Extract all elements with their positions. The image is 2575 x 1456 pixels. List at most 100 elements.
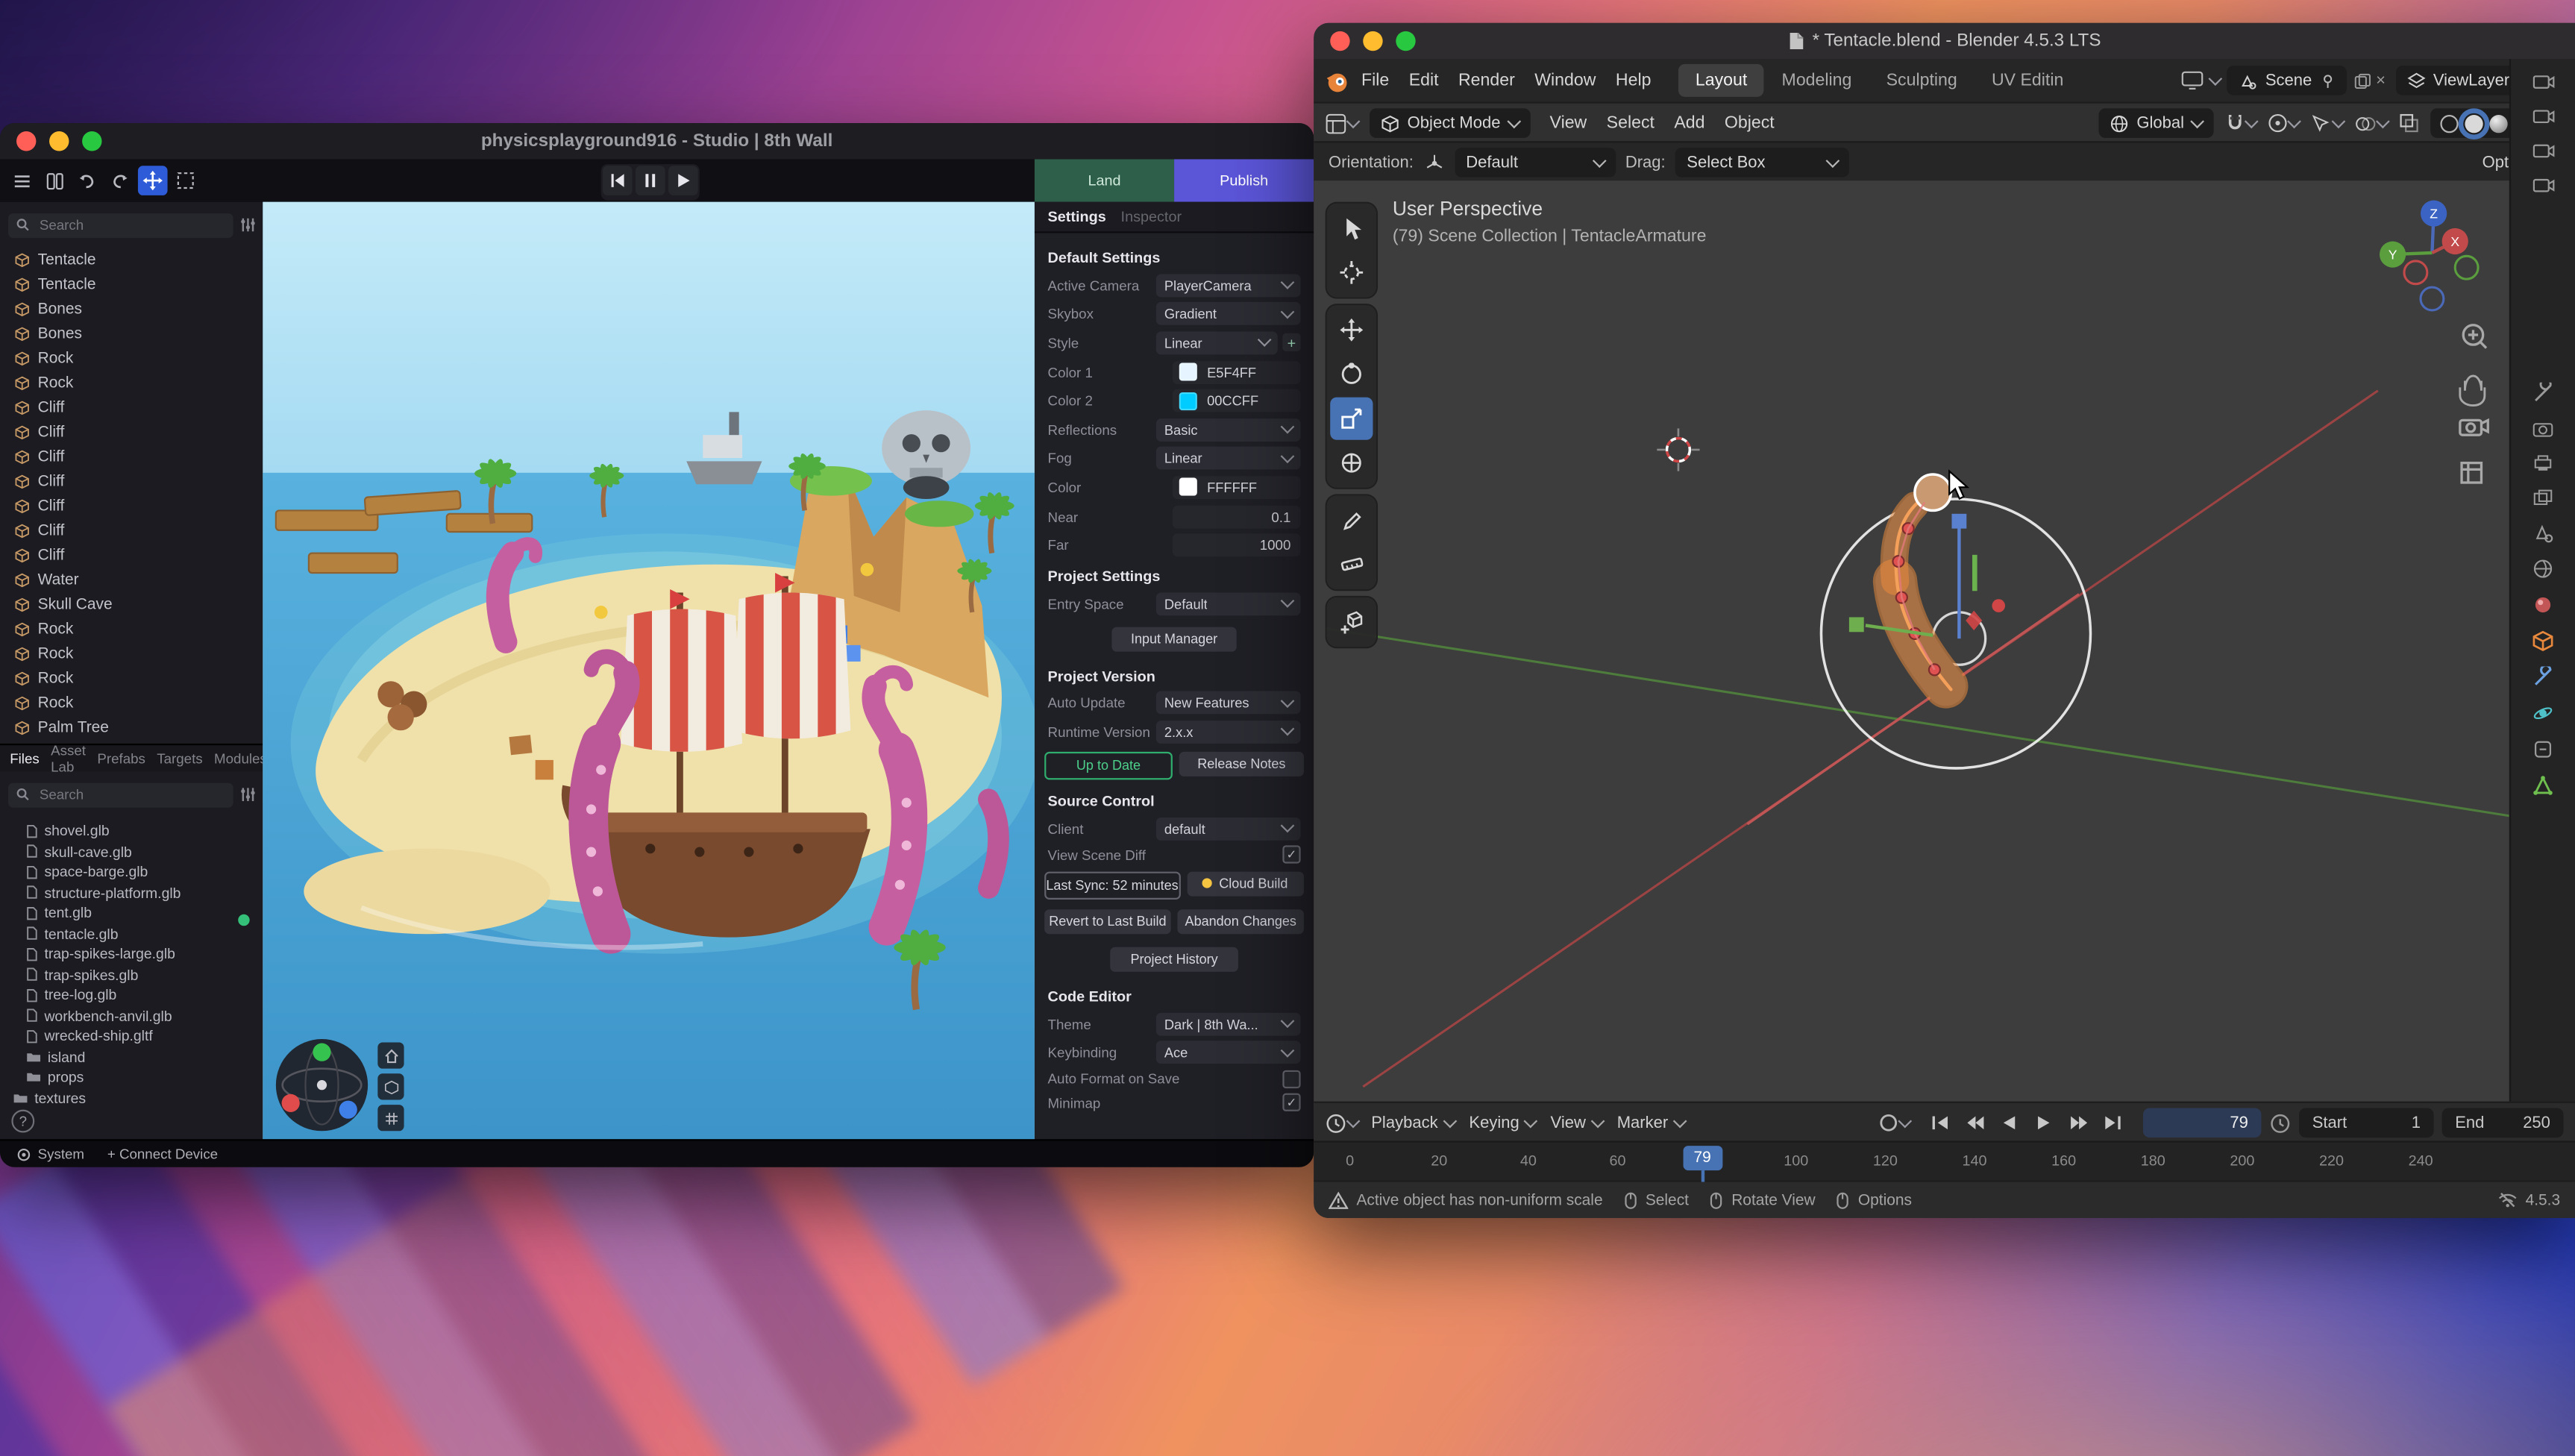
scene-selector[interactable]: Scene: [2227, 66, 2346, 95]
play-reverse-button[interactable]: [1994, 1109, 2025, 1137]
outliner-camera-icon[interactable]: [2532, 175, 2555, 195]
studio-titlebar[interactable]: physicsplayground916 - Studio | 8th Wall: [0, 123, 1314, 161]
menu-item[interactable]: Object: [1716, 110, 1783, 136]
revert-to-last-build-button[interactable]: Revert to Last Build: [1044, 909, 1171, 934]
data-tab-icon[interactable]: [2532, 775, 2554, 797]
scene-tab-icon[interactable]: [2532, 522, 2554, 544]
file-item[interactable]: tent.glb: [0, 903, 263, 923]
near-input[interactable]: 0.1: [1173, 505, 1301, 528]
menu-item[interactable]: Help: [1608, 67, 1660, 93]
current-frame-field[interactable]: 79: [2143, 1108, 2262, 1138]
hierarchy-item[interactable]: Cliff: [0, 445, 263, 469]
hierarchy-item[interactable]: Rock: [0, 641, 263, 666]
next-keyframe-button[interactable]: [2063, 1109, 2094, 1137]
hierarchy-item[interactable]: Cliff: [0, 518, 263, 543]
fog-color-field[interactable]: FFFFFF: [1173, 476, 1301, 499]
system-menu[interactable]: System: [16, 1146, 84, 1162]
close-button[interactable]: [1330, 31, 1349, 51]
world-tab-icon[interactable]: [2532, 558, 2554, 580]
skybox-dropdown[interactable]: Gradient: [1156, 303, 1301, 326]
jump-to-end-button[interactable]: [2097, 1109, 2128, 1137]
hierarchy-item[interactable]: Bones: [0, 297, 263, 321]
object-tab-icon[interactable]: [2532, 630, 2554, 652]
hierarchy-item[interactable]: Cliff: [0, 543, 263, 568]
pause-button[interactable]: [636, 166, 665, 195]
render-tab-icon[interactable]: [2532, 418, 2554, 438]
workspace-tab[interactable]: UV Editin: [1975, 64, 2080, 97]
connect-device-button[interactable]: + Connect Device: [107, 1146, 218, 1162]
material-tab-icon[interactable]: [2532, 594, 2554, 616]
hierarchy-item[interactable]: Rock: [0, 666, 263, 691]
hierarchy-item[interactable]: Bones: [0, 321, 263, 346]
hierarchy-item[interactable]: Cliff: [0, 469, 263, 494]
xray-icon[interactable]: [2399, 113, 2418, 133]
hierarchy-item[interactable]: Palm Tree: [0, 716, 263, 741]
close-button[interactable]: [16, 131, 36, 151]
perspective-toggle-button[interactable]: [377, 1073, 404, 1099]
auto-keying-controls[interactable]: [1879, 1113, 1910, 1132]
files-search[interactable]: [8, 782, 233, 807]
physics-tab-icon[interactable]: [2532, 703, 2554, 724]
play-button[interactable]: [668, 166, 698, 195]
viewport-nav-gizmo[interactable]: [271, 1034, 372, 1135]
measure-tool[interactable]: [1330, 543, 1373, 586]
up-to-date-button[interactable]: Up to Date: [1044, 751, 1173, 779]
unlink-scene-button[interactable]: ×: [2373, 72, 2389, 90]
files-search-input[interactable]: [36, 785, 225, 804]
timeline-menu-item[interactable]: Keying: [1464, 1114, 1541, 1132]
menu-item[interactable]: View: [1542, 110, 1596, 136]
file-item[interactable]: wrecked-ship.gltf: [0, 1026, 263, 1046]
select-box-icon[interactable]: [171, 166, 201, 195]
keybinding-dropdown[interactable]: Ace: [1156, 1041, 1301, 1064]
outliner-camera-icon[interactable]: [2532, 141, 2555, 160]
cursor-tool[interactable]: [1330, 251, 1373, 294]
play-button[interactable]: [2028, 1109, 2060, 1137]
project-history-button[interactable]: Project History: [1111, 947, 1238, 972]
orientation-dropdown[interactable]: Default: [1455, 148, 1616, 178]
view-scene-diff-checkbox[interactable]: ✓: [1282, 846, 1300, 864]
redo-icon[interactable]: [105, 166, 135, 195]
workspace-tab[interactable]: Sculpting: [1870, 64, 1974, 97]
overlays-controls[interactable]: [2355, 114, 2388, 132]
blender-titlebar[interactable]: * Tentacle.blend - Blender 4.5.3 LTS: [1314, 23, 2575, 59]
color1-swatch[interactable]: [1179, 363, 1197, 381]
viewlayer-tab-icon[interactable]: [2532, 488, 2554, 507]
skip-to-start-button[interactable]: [603, 166, 633, 195]
tab-land[interactable]: Land: [1035, 159, 1174, 201]
file-item[interactable]: space-barge.glb: [0, 862, 263, 882]
outliner-camera-icon[interactable]: [2532, 72, 2555, 92]
color1-field[interactable]: E5F4FF: [1173, 360, 1301, 383]
color2-swatch[interactable]: [1179, 392, 1197, 410]
annotate-tool[interactable]: [1330, 499, 1373, 542]
menu-item[interactable]: Select: [1599, 110, 1663, 136]
jump-to-start-button[interactable]: [1925, 1109, 1956, 1137]
new-scene-icon[interactable]: [2353, 72, 2371, 90]
theme-dropdown[interactable]: Dark | 8th Wa...: [1156, 1012, 1301, 1035]
fog-color-swatch[interactable]: [1179, 478, 1197, 496]
screen-icon[interactable]: [2182, 71, 2205, 90]
hierarchy-item[interactable]: Cliff: [0, 395, 263, 420]
hierarchy-item[interactable]: Rock: [0, 346, 263, 371]
hierarchy-item[interactable]: Rock: [0, 617, 263, 641]
file-item[interactable]: trap-spikes-large.glb: [0, 944, 263, 964]
proportional-editing-controls[interactable]: [2268, 113, 2299, 133]
style-add-button[interactable]: +: [1282, 334, 1300, 352]
shading-wireframe-icon[interactable]: [2440, 114, 2458, 132]
folder-item[interactable]: textures: [0, 1088, 263, 1108]
hierarchy-search-input[interactable]: [36, 215, 225, 234]
layout-panels-icon[interactable]: [40, 166, 69, 195]
hierarchy-item[interactable]: Skull Cave: [0, 592, 263, 617]
menu-item[interactable]: Window: [1526, 67, 1604, 93]
menu-item[interactable]: Add: [1666, 110, 1713, 136]
hierarchy-item[interactable]: Rock: [0, 371, 263, 395]
prev-keyframe-button[interactable]: [1959, 1109, 1990, 1137]
release-notes-button[interactable]: Release Notes: [1179, 751, 1304, 776]
files-tab[interactable]: Files: [10, 750, 40, 767]
file-item[interactable]: workbench-anvil.glb: [0, 1005, 263, 1026]
editor-type-selector[interactable]: [1326, 113, 1358, 134]
timeline-menu-item[interactable]: Marker: [1612, 1114, 1690, 1132]
menu-item[interactable]: Render: [1450, 67, 1523, 93]
file-item[interactable]: shovel.glb: [0, 820, 263, 841]
hierarchy-item[interactable]: Tentacle: [0, 272, 263, 297]
reflections-dropdown[interactable]: Basic: [1156, 418, 1301, 442]
